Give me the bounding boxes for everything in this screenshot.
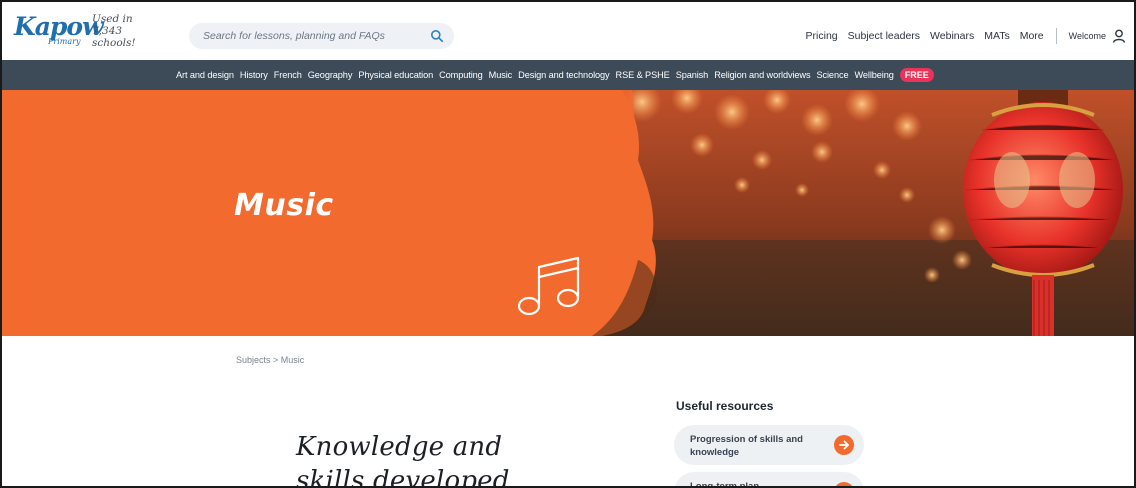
subject-history[interactable]: History — [240, 70, 268, 80]
resource-card-progression[interactable]: Progression of skills and knowledge — [674, 425, 864, 465]
welcome-label[interactable]: Welcome — [1069, 31, 1106, 41]
resource-card-long-term-plan[interactable]: Long-term plan — [674, 472, 864, 488]
top-header: Kapow Primary Used in 7,343 schools! Sea… — [2, 2, 1134, 60]
nav-more[interactable]: More — [1020, 30, 1044, 42]
subject-geography[interactable]: Geography — [308, 70, 353, 80]
kapow-logo[interactable]: Kapow Primary — [14, 12, 104, 50]
top-nav: Pricing Subject leaders Webinars MATs Mo… — [796, 28, 1126, 44]
useful-resources-title: Useful resources — [676, 399, 774, 413]
hero-title: Music — [234, 188, 334, 223]
section-heading: Knowledge and skills developed — [296, 430, 510, 488]
subject-art-and-design[interactable]: Art and design — [176, 70, 234, 80]
subject-design-and-technology[interactable]: Design and technology — [518, 70, 609, 80]
heading-line-1: Knowledge and — [296, 432, 503, 462]
nav-webinars[interactable]: Webinars — [930, 30, 974, 42]
search-icon[interactable] — [430, 29, 444, 43]
subject-science[interactable]: Science — [816, 70, 848, 80]
subject-computing[interactable]: Computing — [439, 70, 483, 80]
subject-wellbeing[interactable]: Wellbeing — [854, 70, 893, 80]
search-placeholder: Search for lessons, planning and FAQs — [203, 30, 385, 42]
nav-divider — [1055, 28, 1057, 44]
subject-music[interactable]: Music — [489, 70, 513, 80]
breadcrumb[interactable]: Subjects > Music — [236, 355, 304, 365]
used-in-schools-text: Used in 7,343 schools! — [92, 13, 136, 49]
resource-card-label: Long-term plan — [690, 481, 760, 488]
free-badge: FREE — [899, 68, 934, 82]
nav-mats[interactable]: MATs — [984, 30, 1009, 42]
subject-religion-and-worldviews[interactable]: Religion and worldviews — [714, 70, 810, 80]
subject-nav-bar: Art and design History French Geography … — [2, 60, 1134, 90]
arrow-right-icon[interactable] — [834, 435, 854, 455]
search-input[interactable]: Search for lessons, planning and FAQs — [189, 23, 454, 49]
subject-physical-education[interactable]: Physical education — [358, 70, 433, 80]
user-icon[interactable] — [1112, 29, 1126, 43]
nav-pricing[interactable]: Pricing — [806, 30, 838, 42]
heading-line-2: skills developed — [296, 466, 510, 488]
nav-subject-leaders[interactable]: Subject leaders — [848, 30, 920, 42]
subject-french[interactable]: French — [274, 70, 302, 80]
resource-card-label: Progression of skills and knowledge — [690, 434, 803, 458]
subject-rse-pshe[interactable]: RSE & PSHE — [616, 70, 670, 80]
hero-illustration — [2, 90, 1134, 336]
subject-spanish[interactable]: Spanish — [676, 70, 709, 80]
hero-banner: Music — [2, 90, 1134, 336]
arrow-right-icon[interactable] — [834, 482, 854, 486]
page: Kapow Primary Used in 7,343 schools! Sea… — [0, 0, 1136, 488]
logo-subtext: Primary — [48, 37, 81, 46]
